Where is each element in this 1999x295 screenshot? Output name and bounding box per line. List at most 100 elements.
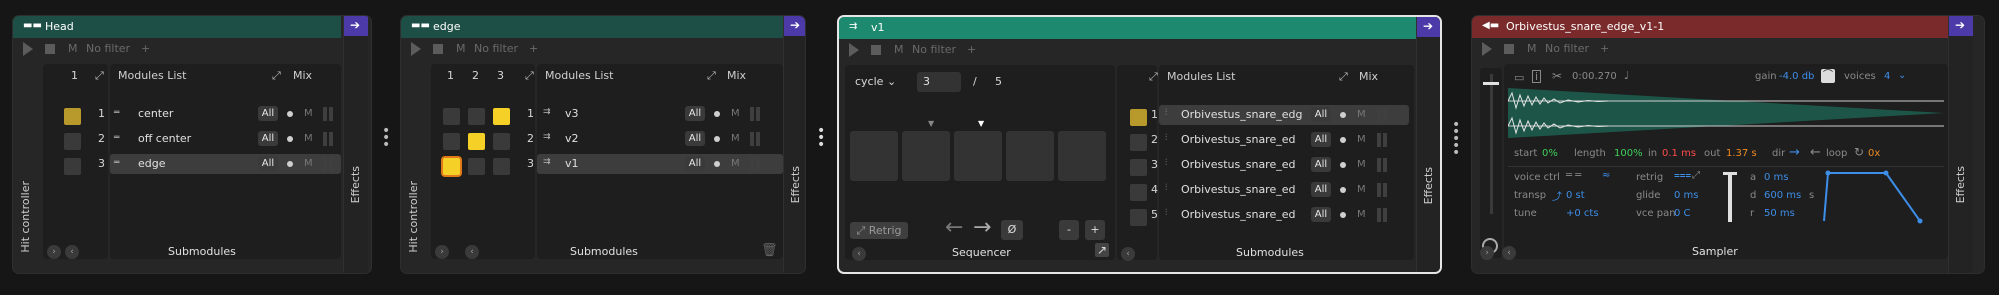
all-button[interactable]: All xyxy=(258,106,278,121)
voice-mode-icon[interactable]: ═ ═ xyxy=(1566,170,1581,181)
adsr-envelope[interactable] xyxy=(1822,169,1932,225)
all-button[interactable]: All xyxy=(1311,157,1331,172)
solo-dot[interactable] xyxy=(1340,112,1346,118)
expand-icon[interactable]: ⤢ xyxy=(1149,70,1158,84)
loop-value[interactable]: 0x xyxy=(1868,148,1880,159)
effects-tab[interactable]: ➔ Effects xyxy=(343,16,368,273)
arrow-left-icon[interactable]: ‹ xyxy=(1121,247,1135,261)
envelope-node[interactable] xyxy=(1917,218,1923,224)
filter-label[interactable]: No filter xyxy=(86,42,130,55)
mute-toggle[interactable]: M xyxy=(68,42,78,55)
length-value[interactable]: 100% xyxy=(1614,148,1643,159)
all-button[interactable]: All xyxy=(258,131,278,146)
drag-handle[interactable]: • • • xyxy=(382,124,390,152)
expand-icon[interactable]: ⤢ xyxy=(1339,70,1348,84)
retrig-alt-icon[interactable]: ⤢ xyxy=(1692,170,1700,181)
step-input[interactable]: 3 xyxy=(917,72,961,92)
module-row[interactable]: 1 ═ center All M xyxy=(98,104,341,124)
mute-button[interactable]: M xyxy=(1357,209,1366,220)
solo-dot[interactable] xyxy=(714,136,720,142)
folder-icon[interactable]: ▭ xyxy=(1514,71,1524,84)
device-header[interactable]: ▬▬ edge xyxy=(401,16,783,38)
mute-button[interactable]: M xyxy=(731,158,740,169)
volume-fader[interactable] xyxy=(1480,68,1502,258)
arrow-right-icon[interactable]: ➔ xyxy=(1423,19,1433,33)
effects-tab[interactable]: ➔ Effects xyxy=(1416,17,1440,272)
mute-toggle[interactable]: M xyxy=(1527,42,1537,55)
solo-dot[interactable] xyxy=(1340,137,1346,143)
sequencer-step[interactable] xyxy=(1006,131,1054,181)
retrig-icon[interactable]: ⩶ xyxy=(1674,170,1691,181)
trash-icon[interactable]: 🗑 xyxy=(761,243,778,258)
retrig-button[interactable]: ⤢ Retrig xyxy=(850,222,908,239)
pad[interactable] xyxy=(468,158,485,175)
sequencer-step[interactable] xyxy=(954,131,1002,181)
pad[interactable] xyxy=(64,158,81,175)
envelope-node[interactable] xyxy=(1825,170,1831,176)
arrow-left-icon[interactable]: ‹ xyxy=(852,247,866,261)
arrow-right-icon[interactable]: › xyxy=(1480,246,1494,260)
note-icon[interactable]: ♩ xyxy=(1624,69,1629,82)
mute-toggle[interactable]: M xyxy=(456,42,466,55)
arrow-right-icon[interactable]: › xyxy=(435,245,449,259)
pad[interactable] xyxy=(1130,134,1147,151)
solo-dot[interactable] xyxy=(714,161,720,167)
pad[interactable] xyxy=(443,108,460,125)
pad[interactable] xyxy=(468,133,485,150)
all-button[interactable]: All xyxy=(685,131,705,146)
drag-handle[interactable]: • • • • • xyxy=(1452,118,1460,160)
module-row[interactable]: 1 ⫶ Orbivestus_snare_edg All M xyxy=(1151,105,1409,125)
pad[interactable] xyxy=(1130,109,1147,126)
module-row[interactable]: 1 ⇉ v3 All M xyxy=(527,104,783,124)
sustain-bar[interactable] xyxy=(1728,172,1732,222)
arrow-left-icon[interactable]: ← xyxy=(945,215,963,240)
add-filter-button[interactable]: + xyxy=(529,42,538,55)
pad[interactable] xyxy=(443,158,460,175)
sequencer-step[interactable] xyxy=(902,131,950,181)
transp-value[interactable]: 0 st xyxy=(1566,190,1585,201)
scissors-icon[interactable]: ✂ xyxy=(1552,69,1562,83)
all-button[interactable]: All xyxy=(1311,207,1331,222)
expand-icon[interactable]: ⤢ xyxy=(95,69,104,83)
effects-tab[interactable]: ➔ Effects xyxy=(1948,16,1973,273)
expand-icon[interactable]: ⤢ xyxy=(525,69,534,83)
pad[interactable] xyxy=(1130,209,1147,226)
mute-toggle[interactable]: M xyxy=(894,43,904,56)
loop-icon[interactable]: ↻ xyxy=(1854,145,1864,159)
module-row[interactable]: 3 ⇉ v1 All M xyxy=(527,154,783,174)
solo-dot[interactable] xyxy=(714,111,720,117)
module-row[interactable]: 3 ⫶ Orbivestus_snare_ed All M xyxy=(1151,155,1409,175)
mute-button[interactable]: M xyxy=(304,108,313,119)
solo-dot[interactable] xyxy=(1340,162,1346,168)
pad[interactable] xyxy=(493,133,510,150)
clear-button[interactable]: Ø xyxy=(1001,220,1023,240)
info-icon[interactable]: i xyxy=(1532,70,1542,83)
effects-tab[interactable]: ➔ Effects xyxy=(783,16,805,273)
arrow-right-icon[interactable]: ➔ xyxy=(1955,18,1965,32)
voice-glide-icon[interactable]: ≈ xyxy=(1602,170,1610,181)
filter-label[interactable]: No filter xyxy=(474,42,518,55)
all-button[interactable]: All xyxy=(1311,107,1331,122)
play-icon[interactable] xyxy=(411,42,421,56)
module-row[interactable]: 3 ═ edge All M xyxy=(98,154,341,174)
device-header[interactable]: ⇉ v1 xyxy=(839,17,1416,39)
start-value[interactable]: 0% xyxy=(1542,148,1558,159)
tune-value[interactable]: +0 cts xyxy=(1566,208,1599,219)
sustain-handle[interactable] xyxy=(1723,172,1737,175)
normalize-icon[interactable]: ⌒ xyxy=(1821,69,1835,83)
stop-icon[interactable] xyxy=(871,45,881,55)
arrow-left-icon[interactable]: ‹ xyxy=(1502,246,1516,260)
arrow-left-icon[interactable]: ‹ xyxy=(65,245,79,259)
mute-button[interactable]: M xyxy=(731,133,740,144)
device-header[interactable]: ▬▬ Head xyxy=(13,16,341,38)
solo-dot[interactable] xyxy=(1340,212,1346,218)
module-row[interactable]: 2 ═ off center All M xyxy=(98,129,341,149)
mute-button[interactable]: M xyxy=(1357,109,1366,120)
cycle-dropdown[interactable]: cycle ⌄ xyxy=(855,75,896,88)
stop-icon[interactable] xyxy=(45,44,55,54)
stop-icon[interactable] xyxy=(433,44,443,54)
arrow-left-icon[interactable]: ‹ xyxy=(465,245,479,259)
release-value[interactable]: 50 ms xyxy=(1764,208,1795,219)
arrow-left-icon[interactable]: ← xyxy=(1810,145,1821,160)
pad[interactable] xyxy=(468,108,485,125)
